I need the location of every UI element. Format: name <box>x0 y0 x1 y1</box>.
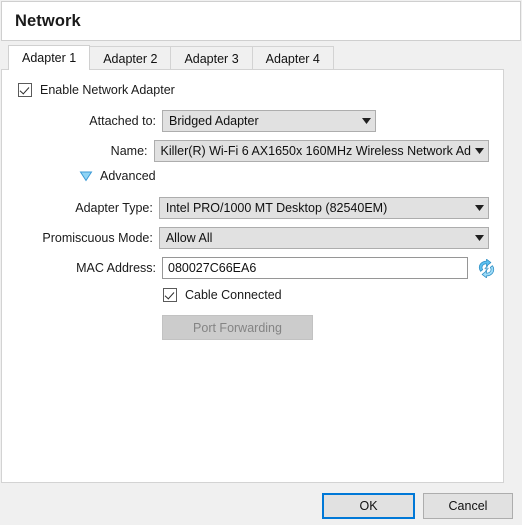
cable-connected-checkbox[interactable] <box>163 288 177 302</box>
refresh-mac-icon[interactable] <box>475 257 497 279</box>
tab-adapter-3-label: Adapter 3 <box>184 52 239 66</box>
cable-connected-row[interactable]: Cable Connected <box>163 288 282 302</box>
promiscuous-mode-row: Promiscuous Mode: Allow All <box>2 227 489 249</box>
tab-adapter-2-label: Adapter 2 <box>103 52 158 66</box>
promiscuous-mode-dropdown[interactable]: Allow All <box>158 227 489 249</box>
chevron-down-icon <box>358 118 375 124</box>
name-row: Name: Killer(R) Wi-Fi 6 AX1650x 160MHz W… <box>2 140 489 162</box>
enable-network-adapter-row[interactable]: Enable Network Adapter <box>18 83 175 97</box>
attached-to-label: Attached to: <box>89 114 156 128</box>
ok-button-label: OK <box>359 499 378 513</box>
tab-strip: Adapter 1 Adapter 2 Adapter 3 Adapter 4 <box>0 45 522 70</box>
adapter-type-label: Adapter Type: <box>75 201 153 215</box>
page-title: Network <box>15 11 81 30</box>
name-value: Killer(R) Wi-Fi 6 AX1650x 160MHz Wireles… <box>160 144 472 158</box>
advanced-toggle[interactable]: Advanced <box>79 169 156 183</box>
enable-network-adapter-label: Enable Network Adapter <box>40 83 175 97</box>
mac-address-value: 080027C66EA6 <box>168 261 257 275</box>
mac-address-input[interactable]: 080027C66EA6 <box>162 257 468 279</box>
ok-button[interactable]: OK <box>322 493 415 519</box>
promiscuous-mode-value: Allow All <box>165 231 213 245</box>
mac-address-row: MAC Address: 080027C66EA6 <box>2 257 505 279</box>
adapter-type-value: Intel PRO/1000 MT Desktop (82540EM) <box>165 201 388 215</box>
tab-adapter-3[interactable]: Adapter 3 <box>170 46 253 70</box>
tab-adapter-1[interactable]: Adapter 1 <box>8 45 91 70</box>
tab-adapter-4-label: Adapter 4 <box>265 52 320 66</box>
chevron-down-icon <box>471 235 488 241</box>
adapter-type-dropdown[interactable]: Intel PRO/1000 MT Desktop (82540EM) <box>158 197 489 219</box>
port-forwarding-label: Port Forwarding <box>193 320 282 335</box>
dialog-titlebar: Network <box>1 1 521 41</box>
mac-address-label: MAC Address: <box>76 261 156 275</box>
adapter-type-row: Adapter Type: Intel PRO/1000 MT Desktop … <box>2 197 489 219</box>
advanced-label: Advanced <box>100 169 156 183</box>
name-label: Name: <box>110 144 148 158</box>
promiscuous-mode-label: Promiscuous Mode: <box>42 231 153 245</box>
chevron-down-icon <box>471 148 488 154</box>
triangle-down-icon <box>79 171 93 182</box>
cancel-button[interactable]: Cancel <box>423 493 513 519</box>
adapter-settings-panel: Enable Network Adapter Attached to: Brid… <box>1 69 504 483</box>
tab-adapter-4[interactable]: Adapter 4 <box>251 46 334 70</box>
tab-adapter-1-label: Adapter 1 <box>22 51 77 65</box>
chevron-down-icon <box>471 205 488 211</box>
port-forwarding-button[interactable]: Port Forwarding <box>162 315 313 340</box>
cable-connected-label: Cable Connected <box>185 288 282 302</box>
cancel-button-label: Cancel <box>448 499 488 513</box>
tab-adapter-2[interactable]: Adapter 2 <box>89 46 172 70</box>
name-dropdown[interactable]: Killer(R) Wi-Fi 6 AX1650x 160MHz Wireles… <box>153 140 489 162</box>
attached-to-dropdown[interactable]: Bridged Adapter <box>162 110 376 132</box>
enable-network-adapter-checkbox[interactable] <box>18 83 32 97</box>
attached-to-row: Attached to: Bridged Adapter <box>2 110 489 132</box>
attached-to-value: Bridged Adapter <box>169 114 259 128</box>
